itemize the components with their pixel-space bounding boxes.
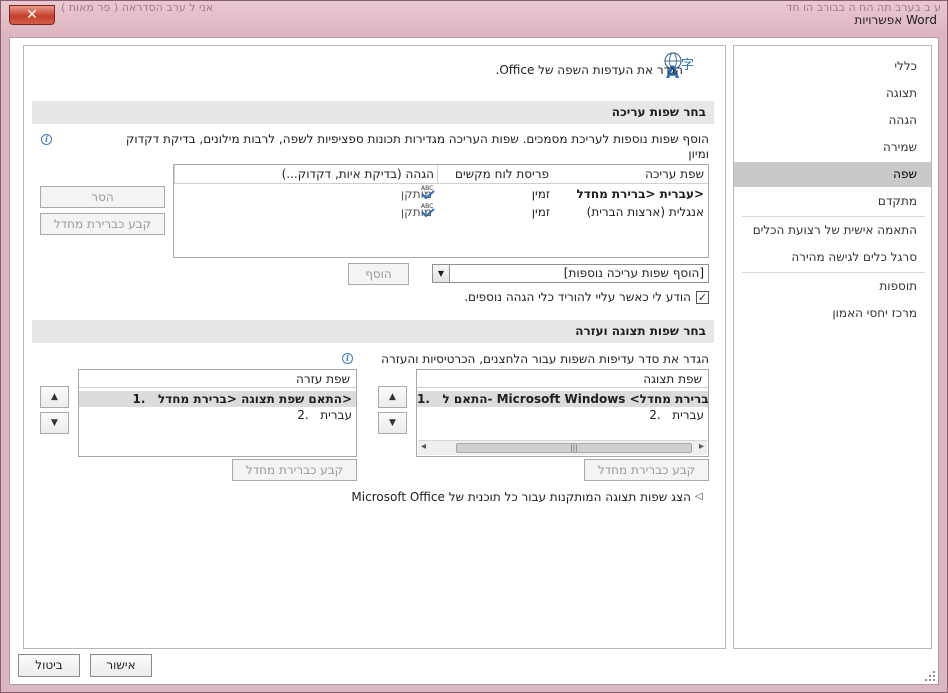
list-item-number: 2.	[297, 408, 309, 422]
list-item-text: עברית	[320, 408, 352, 422]
column-header-keyboard[interactable]: פריסת לוח מקשים	[437, 165, 553, 183]
display-section-title: בחר שפות תצוגה ועזרה	[32, 320, 714, 343]
arrow-up-icon: ▲	[389, 392, 396, 402]
list-item-text: עברית	[672, 408, 704, 422]
nav-item-customize-ribbon[interactable]: התאמה אישית של רצועת הכלים	[734, 218, 931, 243]
nav-item-display[interactable]: תצוגה	[734, 81, 931, 106]
column-header-proofing[interactable]: הגהה (בדיקת איות, דקדוק...)	[174, 165, 438, 183]
info-icon[interactable]: i	[41, 134, 52, 145]
column-header-editing-language[interactable]: שפת עריכה	[552, 165, 708, 183]
title-bar[interactable]: אני ל ערב הסדראה ( פר מאות ) ע ב בערב תה…	[1, 1, 947, 37]
list-item[interactable]: 2. עברית	[417, 407, 708, 423]
editing-description-cont: ומיון	[688, 147, 709, 161]
nav-item-addins[interactable]: תוספות	[734, 274, 931, 299]
editing-languages-table: שפת עריכה פריסת לוח מקשים הגהה (בדיקת אי…	[173, 164, 709, 258]
list-item-text: התאם שפת תצוגה <ברירת מחדל>	[157, 392, 352, 406]
page-heading: הגדר את העדפות השפה של Office.	[495, 63, 684, 77]
move-down-button[interactable]: ▼	[40, 412, 69, 434]
set-default-editing-button[interactable]: קבע כברירת מחדל	[40, 213, 165, 235]
chevron-down-icon: ▼	[433, 265, 450, 282]
resize-grip-icon[interactable]	[924, 670, 936, 682]
notify-proofing-label: הודע לי כאשר עליי להוריד כלי הגהה נוספים…	[464, 290, 691, 304]
dropdown-value: [הוסף שפות עריכה נוספות]	[563, 266, 704, 280]
list-item[interactable]: 2. עברית	[79, 407, 356, 423]
keyboard-cell: זמין	[531, 187, 550, 201]
nav-item-general[interactable]: כללי	[734, 54, 931, 79]
arrow-down-icon: ▼	[51, 418, 58, 428]
header-divider	[174, 183, 708, 184]
add-editing-language-dropdown[interactable]: ▼ [הוסף שפות עריכה נוספות]	[432, 264, 709, 283]
ok-button[interactable]: אישור	[90, 654, 152, 677]
nav-item-save[interactable]: שמירה	[734, 135, 931, 160]
scroll-right-icon[interactable]: ▸	[699, 441, 704, 452]
scroll-left-icon[interactable]: ◂	[421, 441, 426, 452]
display-language-list: שפת תצוגה 1. התאם ל- Microsoft Windows <…	[416, 369, 709, 457]
cancel-button[interactable]: ביטול	[18, 654, 80, 677]
close-button[interactable]: ✕	[9, 5, 55, 25]
add-language-button[interactable]: הוסף	[348, 263, 409, 285]
category-nav: כללי תצוגה הגהה שמירה שפה מתקדם התאמה אי…	[733, 45, 932, 649]
nav-separator	[742, 216, 925, 217]
horizontal-scrollbar[interactable]: ◂ ||| ▸	[418, 440, 707, 455]
display-list-header: שפת תצוגה	[417, 370, 708, 388]
nav-item-trust-center[interactable]: מרכז יחסי האמון	[734, 301, 931, 326]
options-window: אני ל ערב הסדראה ( פר מאות ) ע ב בערב תה…	[0, 0, 948, 693]
abc-check-icon: ABC	[421, 185, 435, 200]
window-title: אפשרויות Word	[854, 13, 937, 27]
arrow-down-icon: ▼	[389, 418, 396, 428]
editing-section-title: בחר שפות עריכה	[32, 101, 714, 124]
help-list-header: שפת עזרה	[79, 370, 356, 388]
svg-text:ABC: ABC	[421, 185, 433, 192]
notify-proofing-checkbox[interactable]: ✓	[696, 291, 709, 304]
nav-item-language[interactable]: שפה	[734, 162, 931, 187]
editing-language-cell: עברית <ברירת מחדל>	[576, 187, 704, 201]
dialog-client: כללי תצוגה הגהה שמירה שפה מתקדם התאמה אי…	[9, 37, 939, 685]
list-item-number: 2.	[649, 408, 661, 422]
list-item[interactable]: 1. התאם ל- Microsoft Windows <ברירת מחדל…	[417, 391, 708, 407]
move-up-button[interactable]: ▲	[378, 386, 407, 408]
background-window-text: אני ל ערב הסדראה ( פר מאות )	[61, 1, 214, 14]
editing-language-cell: אנגלית (ארצות הברית)	[586, 205, 704, 219]
display-description: הגדר את סדר עדיפות השפות עבור הלחצנים, ה…	[381, 352, 709, 366]
list-item[interactable]: 1. התאם שפת תצוגה <ברירת מחדל>	[79, 391, 356, 407]
svg-text:ABC: ABC	[421, 203, 433, 210]
move-up-button[interactable]: ▲	[40, 386, 69, 408]
arrow-up-icon: ▲	[51, 392, 58, 402]
list-item-text: התאם ל- Microsoft Windows <ברירת מחדל>	[442, 392, 708, 406]
expander-icon[interactable]: ◁	[695, 491, 703, 502]
remove-language-button[interactable]: הסר	[40, 186, 165, 208]
move-down-button[interactable]: ▼	[378, 412, 407, 434]
nav-item-quick-access-toolbar[interactable]: סרגל כלים לגישה מהירה	[734, 245, 931, 270]
language-pane: A 字 הגדר את העדפות השפה של Office. בחר ש…	[23, 45, 726, 649]
nav-item-advanced[interactable]: מתקדם	[734, 189, 931, 214]
nav-separator	[742, 272, 925, 273]
info-icon[interactable]: i	[342, 353, 353, 364]
help-language-list: שפת עזרה 1. התאם שפת תצוגה <ברירת מחדל> …	[78, 369, 357, 457]
keyboard-cell: זמין	[531, 205, 550, 219]
editing-description: הוסף שפות נוספות לעריכת מסמכים. שפות הער…	[125, 132, 709, 146]
set-default-display-button[interactable]: קבע כברירת מחדל	[584, 459, 709, 481]
set-default-help-button[interactable]: קבע כברירת מחדל	[232, 459, 357, 481]
nav-item-proofing[interactable]: הגהה	[734, 108, 931, 133]
list-item-number: 1.	[132, 392, 146, 406]
list-item-number: 1.	[417, 392, 430, 406]
show-installed-languages-link[interactable]: הצג שפות תצוגה המותקנות עבור כל תוכנית ש…	[351, 490, 691, 504]
scroll-thumb[interactable]: |||	[456, 443, 692, 453]
abc-check-icon: ABC	[421, 203, 435, 218]
close-icon: ✕	[26, 7, 38, 23]
